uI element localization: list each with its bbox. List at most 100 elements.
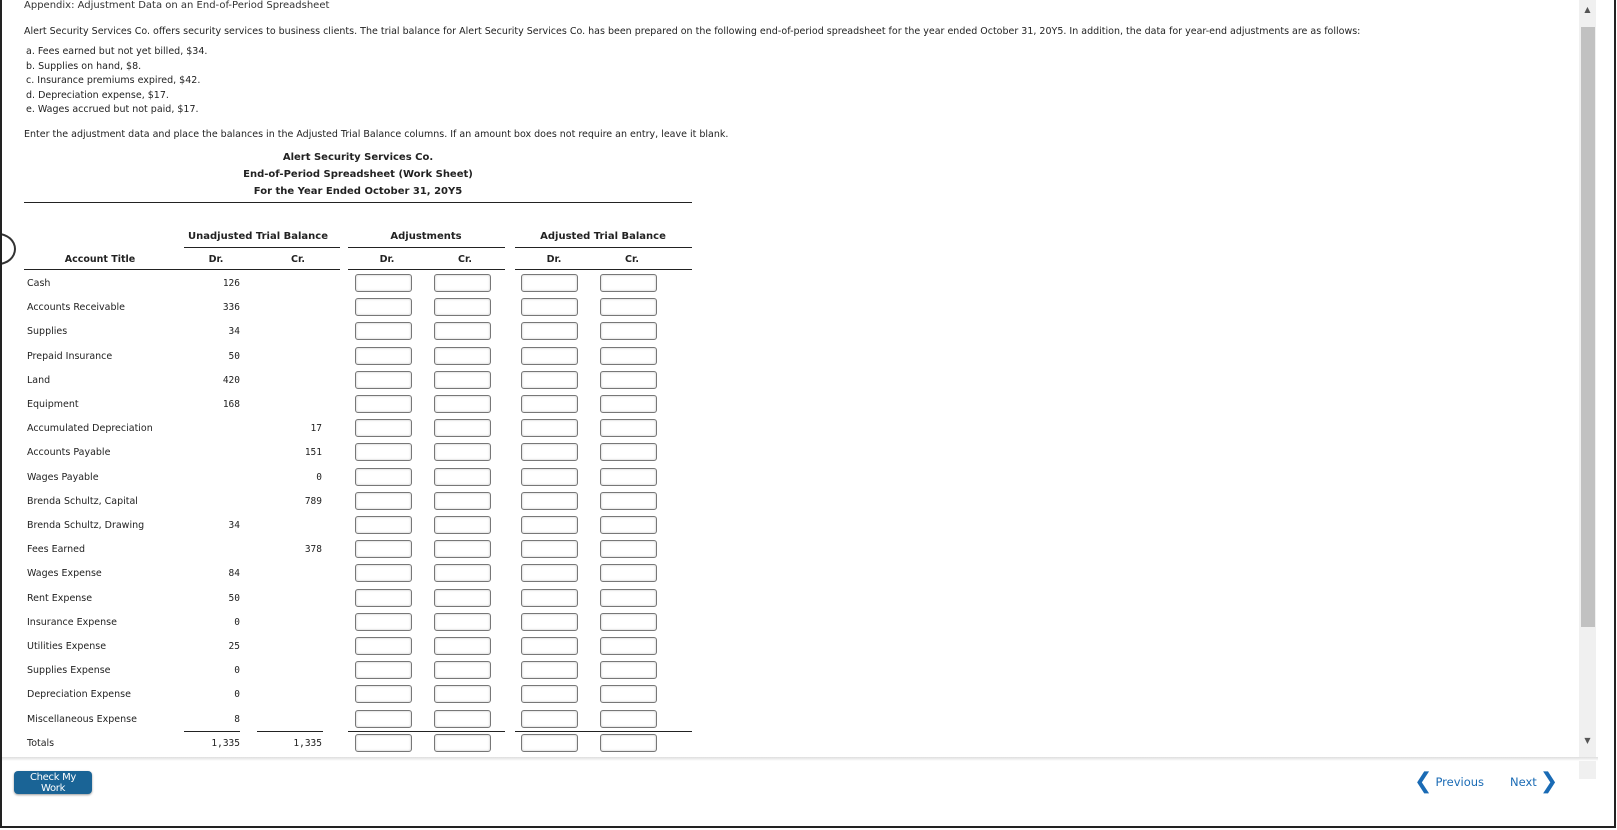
adj-dr-input[interactable] <box>355 661 412 680</box>
adj-dr-input[interactable] <box>355 588 412 607</box>
atb-cr-input[interactable] <box>600 419 657 438</box>
atb-cr-input[interactable] <box>600 516 657 534</box>
adj-dr-input[interactable] <box>355 419 412 438</box>
table-row: Prepaid Insurance 50 <box>24 346 724 370</box>
adj-cr-input[interactable] <box>434 709 491 728</box>
adj-cr-input[interactable] <box>434 298 491 317</box>
atb-dr-input[interactable] <box>521 395 578 413</box>
atb-cr-input[interactable] <box>600 612 657 631</box>
atb-dr-input[interactable] <box>521 298 578 317</box>
atb-dr-input[interactable] <box>521 685 578 704</box>
atb-dr-input[interactable] <box>521 564 578 583</box>
adj-dr-input[interactable] <box>355 274 412 292</box>
atb-cr-input[interactable] <box>600 298 657 317</box>
atb-dr-input[interactable] <box>521 540 578 559</box>
divider <box>24 269 340 270</box>
atb-dr-input[interactable] <box>521 491 578 510</box>
adj-dr-input[interactable] <box>355 395 412 413</box>
adj-cr-input[interactable] <box>434 637 491 655</box>
atb-dr-input[interactable] <box>521 516 578 534</box>
adj-dr-input[interactable] <box>355 467 412 486</box>
atb-cr-input[interactable] <box>600 346 657 365</box>
adj-dr-input[interactable] <box>355 540 412 559</box>
atb-dr-input[interactable] <box>521 709 578 728</box>
atb-cr-input[interactable] <box>600 588 657 607</box>
atb-cr-input[interactable] <box>600 443 657 462</box>
atb-dr-input[interactable] <box>521 588 578 607</box>
adj-cr-input[interactable] <box>434 685 491 704</box>
adj-dr-input[interactable] <box>355 346 412 365</box>
adj-cr-input[interactable] <box>434 564 491 583</box>
adj-cr-input[interactable] <box>434 467 491 486</box>
header-utb-cr: Cr. <box>291 254 305 265</box>
adj-dr-input[interactable] <box>355 564 412 583</box>
previous-button[interactable]: ❮ Previous <box>1414 771 1484 793</box>
adj-cr-input[interactable] <box>434 491 491 510</box>
atb-cr-input[interactable] <box>600 540 657 559</box>
account-title: Utilities Expense <box>27 641 107 652</box>
adj-cr-input[interactable] <box>434 588 491 607</box>
scroll-down-icon[interactable]: ▼ <box>1579 733 1596 749</box>
adj-dr-input[interactable] <box>355 370 412 389</box>
total-rule <box>348 730 505 732</box>
atb-cr-input[interactable] <box>600 467 657 486</box>
adj-cr-input[interactable] <box>434 395 491 413</box>
worksheet-period: For the Year Ended October 31, 20Y5 <box>253 186 463 197</box>
adj-cr-input[interactable] <box>434 274 491 292</box>
adj-dr-input[interactable] <box>355 685 412 704</box>
atb-dr-input[interactable] <box>521 467 578 486</box>
scroll-up-icon[interactable]: ▲ <box>1579 2 1596 18</box>
check-my-work-button[interactable]: Check My Work <box>14 771 92 794</box>
adj-dr-input[interactable] <box>355 612 412 631</box>
scrollbar-thumb[interactable] <box>1581 27 1595 627</box>
atb-dr-input[interactable] <box>521 443 578 462</box>
adj-cr-input[interactable] <box>434 370 491 389</box>
adj-dr-input[interactable] <box>355 734 412 753</box>
atb-cr-input[interactable] <box>600 661 657 680</box>
atb-dr-input[interactable] <box>521 661 578 680</box>
atb-cr-input[interactable] <box>600 274 657 292</box>
vertical-scrollbar[interactable]: ▲ ▼ <box>1579 0 1596 779</box>
collapse-panel-handle[interactable] <box>2 233 16 265</box>
adj-dr-input[interactable] <box>355 298 412 317</box>
atb-cr-input[interactable] <box>600 322 657 341</box>
adj-dr-input[interactable] <box>355 443 412 462</box>
adj-cr-input[interactable] <box>434 443 491 462</box>
atb-cr-input[interactable] <box>600 395 657 413</box>
instruction-text: Enter the adjustment data and place the … <box>24 129 729 140</box>
atb-cr-input[interactable] <box>600 734 657 753</box>
atb-cr-input[interactable] <box>600 685 657 704</box>
atb-dr-input[interactable] <box>521 370 578 389</box>
atb-cr-input[interactable] <box>600 709 657 728</box>
adj-cr-input[interactable] <box>434 322 491 341</box>
adj-cr-input[interactable] <box>434 346 491 365</box>
next-button[interactable]: Next ❯ <box>1510 771 1558 793</box>
table-row: Land 420 <box>24 370 724 394</box>
atb-dr-input[interactable] <box>521 612 578 631</box>
atb-dr-input[interactable] <box>521 734 578 753</box>
atb-cr-input[interactable] <box>600 637 657 655</box>
adj-cr-input[interactable] <box>434 661 491 680</box>
adj-dr-input[interactable] <box>355 637 412 655</box>
atb-cr-input[interactable] <box>600 491 657 510</box>
adj-cr-input[interactable] <box>434 540 491 559</box>
table-row: Equipment 168 <box>24 394 724 418</box>
atb-dr-input[interactable] <box>521 322 578 341</box>
adj-dr-input[interactable] <box>355 516 412 534</box>
atb-dr-input[interactable] <box>521 419 578 438</box>
adj-dr-input[interactable] <box>355 491 412 510</box>
adj-cr-input[interactable] <box>434 612 491 631</box>
adj-dr-input[interactable] <box>355 709 412 728</box>
adj-dr-input[interactable] <box>355 322 412 341</box>
unadjusted-cr-amount: 1,335 <box>293 738 322 750</box>
atb-dr-input[interactable] <box>521 274 578 292</box>
atb-cr-input[interactable] <box>600 564 657 583</box>
atb-dr-input[interactable] <box>521 637 578 655</box>
adj-cr-input[interactable] <box>434 419 491 438</box>
adj-cr-input[interactable] <box>434 734 491 753</box>
atb-dr-input[interactable] <box>521 346 578 365</box>
adj-cr-input[interactable] <box>434 516 491 534</box>
table-row: Supplies Expense 0 <box>24 660 724 684</box>
adjustment-data-list: a. Fees earned but not yet billed, $34. … <box>26 45 207 118</box>
atb-cr-input[interactable] <box>600 370 657 389</box>
